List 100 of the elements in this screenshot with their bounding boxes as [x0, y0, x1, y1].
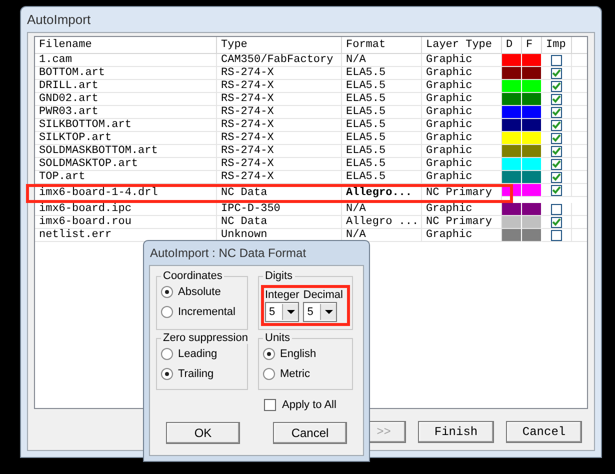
color-swatch[interactable]: [522, 119, 542, 132]
radio-button[interactable]: [263, 348, 275, 360]
radio-label: Absolute: [178, 286, 221, 298]
column-header[interactable]: Filename: [35, 37, 217, 54]
table-cell: Allegro...: [342, 184, 422, 203]
color-swatch[interactable]: [522, 184, 542, 197]
color-swatch[interactable]: [522, 106, 542, 119]
color-swatch[interactable]: [502, 67, 522, 80]
table-cell: RS-274-X: [217, 171, 342, 184]
table-cell: ELA5.5: [342, 158, 422, 171]
group-label: Zero suppression: [162, 332, 249, 344]
column-header[interactable]: F: [522, 37, 542, 54]
table-cell: ELA5.5: [342, 80, 422, 93]
radio-button[interactable]: [161, 368, 173, 380]
radio-button[interactable]: [161, 348, 173, 360]
group-label: Coordinates: [162, 270, 224, 282]
table-cell: RS-274-X: [217, 132, 342, 145]
radio-button[interactable]: [161, 306, 173, 318]
table-cell: NC Data: [217, 184, 342, 203]
column-header[interactable]: Imp: [542, 37, 572, 54]
checkbox[interactable]: [551, 54, 562, 66]
table-cell: RS-274-X: [217, 67, 342, 80]
table-cell: IPC-D-350: [217, 203, 342, 216]
dropdown[interactable]: 5: [303, 302, 338, 322]
radio-label: Metric: [280, 368, 310, 380]
table-cell: RS-274-X: [217, 106, 342, 119]
color-swatch[interactable]: [502, 216, 522, 229]
dialog-button[interactable]: Cancel: [506, 421, 582, 443]
table-cell: TOP.art: [35, 171, 217, 184]
color-swatch[interactable]: [502, 229, 522, 242]
column-header[interactable]: D: [502, 37, 522, 54]
checkbox[interactable]: [551, 204, 562, 214]
color-swatch[interactable]: [522, 171, 542, 184]
dialog-button[interactable]: OK: [166, 422, 240, 444]
table-cell: ELA5.5: [342, 171, 422, 184]
table-cell: DRILL.art: [35, 80, 217, 93]
dialog-button[interactable]: Finish: [418, 421, 494, 443]
checkbox[interactable]: [551, 172, 562, 182]
field-label: Integer: [265, 289, 300, 301]
column-header[interactable]: Layer Type: [422, 37, 502, 54]
table-cell: imx6-board-1-4.drl: [35, 184, 217, 203]
column-header[interactable]: Type: [217, 37, 342, 54]
checkbox[interactable]: [551, 106, 562, 118]
table-cell: imx6-board.rou: [35, 216, 217, 229]
dropdown[interactable]: 5: [265, 302, 299, 322]
checkbox[interactable]: [551, 120, 562, 130]
table-cell: ELA5.5: [342, 145, 422, 158]
table-cell: imx6-board.ipc: [35, 203, 217, 216]
color-swatch[interactable]: [522, 54, 542, 67]
table-cell: ELA5.5: [342, 93, 422, 106]
radio-button[interactable]: [263, 368, 275, 380]
checkbox[interactable]: [551, 158, 562, 170]
color-swatch[interactable]: [502, 54, 522, 67]
table-cell: RS-274-X: [217, 145, 342, 158]
checkbox[interactable]: [551, 146, 562, 156]
color-swatch[interactable]: [522, 158, 542, 171]
color-swatch[interactable]: [522, 229, 542, 242]
dialog-button[interactable]: Cancel: [273, 422, 347, 444]
caret-icon: [282, 304, 298, 320]
color-swatch[interactable]: [502, 203, 522, 216]
color-swatch[interactable]: [522, 216, 542, 229]
table-cell: RS-274-X: [217, 119, 342, 132]
table-cell: ELA5.5: [342, 119, 422, 132]
color-swatch[interactable]: [522, 132, 542, 145]
table-cell: ELA5.5: [342, 106, 422, 119]
color-swatch[interactable]: [502, 106, 522, 119]
color-swatch[interactable]: [502, 145, 522, 158]
table-cell: N/A: [342, 54, 422, 67]
color-swatch[interactable]: [502, 158, 522, 171]
checkbox[interactable]: [551, 132, 562, 144]
color-swatch[interactable]: [502, 80, 522, 93]
checkbox-label: Apply to All: [282, 399, 336, 411]
table-cell: SOLDMASKBOTTOM.art: [35, 145, 217, 158]
checkbox[interactable]: [551, 80, 562, 92]
color-swatch[interactable]: [502, 132, 522, 145]
table-cell: RS-274-X: [217, 93, 342, 106]
checkbox[interactable]: [551, 94, 562, 104]
color-swatch[interactable]: [522, 145, 542, 158]
field-label: Decimal: [303, 289, 343, 301]
color-swatch[interactable]: [502, 171, 522, 184]
table-cell: RS-274-X: [217, 158, 342, 171]
color-swatch[interactable]: [522, 93, 542, 106]
radio-label: Trailing: [178, 368, 214, 380]
checkbox[interactable]: [551, 184, 562, 196]
table-cell: GND02.art: [35, 93, 217, 106]
radio-button[interactable]: [161, 286, 173, 298]
radio-label: English: [280, 348, 316, 360]
checkbox[interactable]: [551, 68, 562, 78]
color-swatch[interactable]: [522, 203, 542, 216]
checkbox[interactable]: [551, 230, 562, 240]
checkbox[interactable]: [551, 216, 562, 228]
window-title: AutoImport: [27, 12, 91, 27]
table-cell: SILKBOTTOM.art: [35, 119, 217, 132]
column-header[interactable]: Format: [342, 37, 422, 54]
color-swatch[interactable]: [502, 93, 522, 106]
checkbox[interactable]: [264, 399, 276, 411]
color-swatch[interactable]: [522, 80, 542, 93]
table-cell: 1.cam: [35, 54, 217, 67]
color-swatch[interactable]: [522, 67, 542, 80]
color-swatch[interactable]: [502, 119, 522, 132]
